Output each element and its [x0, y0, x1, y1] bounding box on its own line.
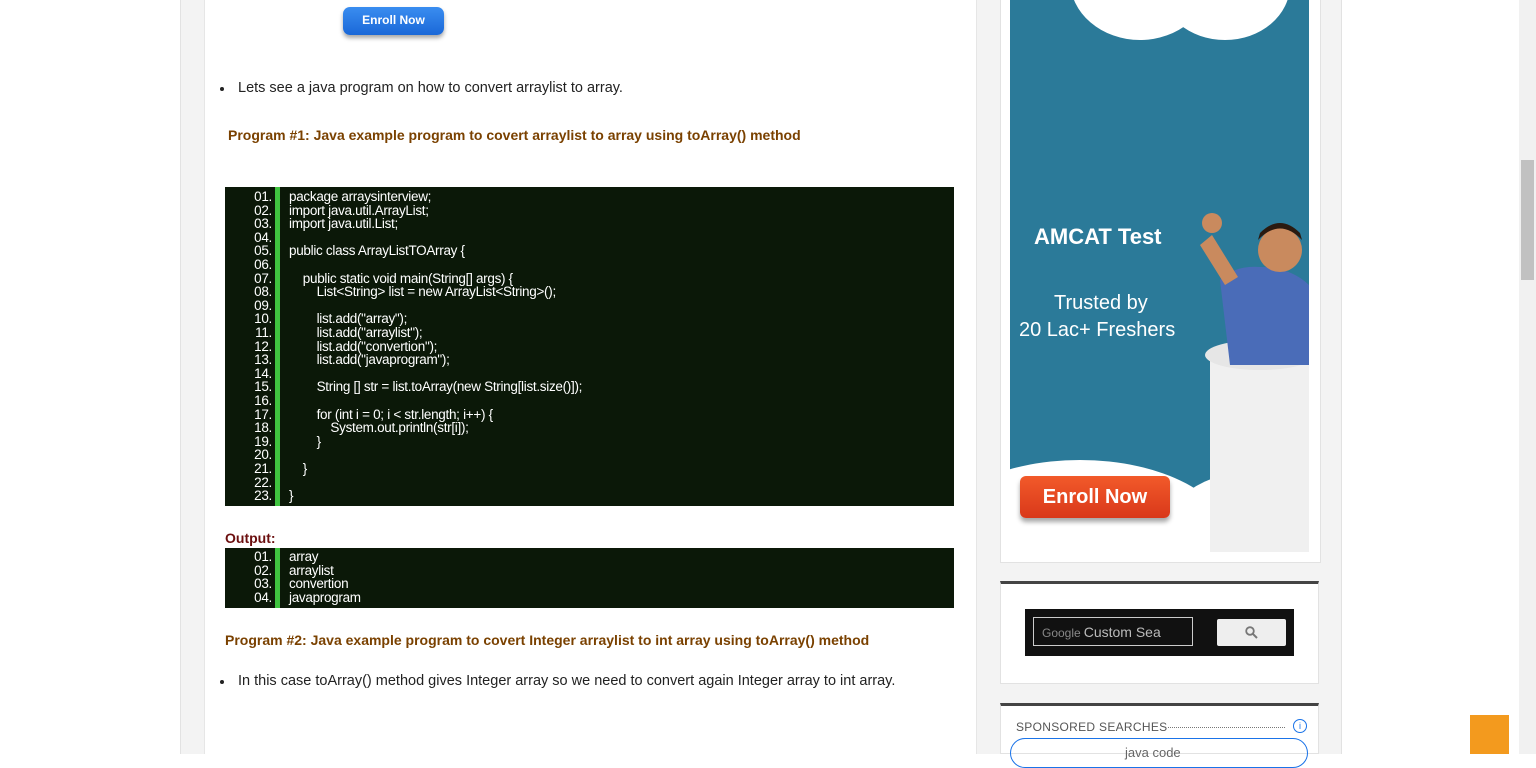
list-item: In this case toArray() method gives Inte…: [220, 673, 895, 689]
scrollbar[interactable]: [1519, 0, 1536, 754]
scroll-to-top-button[interactable]: [1470, 715, 1509, 754]
ad-text-line2: 20 Lac+ Freshers: [1019, 319, 1176, 341]
line-number-bar: [275, 548, 280, 608]
code-text: public class ArrayListTOArray {: [289, 243, 465, 259]
search-button[interactable]: [1217, 619, 1286, 646]
code-text: javaprogram: [289, 589, 361, 605]
ad-enroll-button[interactable]: Enroll Now: [1020, 476, 1170, 518]
sponsored-search-text: java code: [1125, 745, 1181, 760]
bullet-dot: [220, 680, 224, 684]
cloud-shape: [1160, 0, 1290, 40]
code-text: String [] str = list.toArray(new String[…: [289, 379, 583, 395]
line-number: 01.: [254, 189, 272, 204]
google-brand-text: Google: [1042, 626, 1081, 640]
line-number: 06.: [254, 257, 272, 272]
enroll-now-button[interactable]: Enroll Now: [343, 7, 444, 35]
code-text: }: [289, 433, 322, 449]
code-text: package arraysinterview;: [289, 189, 432, 204]
info-icon[interactable]: i: [1293, 719, 1307, 733]
bullet-dot: [220, 87, 224, 91]
search-icon: [1245, 626, 1258, 639]
sponsored-label: SPONSORED SEARCHES: [1016, 720, 1168, 734]
line-number: 04.: [254, 589, 272, 605]
code-text: List<String> list = new ArrayList<String…: [289, 284, 557, 300]
code-text: array: [289, 549, 319, 564]
search-placeholder: Custom Sea: [1083, 624, 1161, 640]
line-number: 11.: [255, 325, 272, 340]
output-block: 01. array 02. arraylist 03. convertion 04. java…: [225, 548, 954, 608]
code-text: }: [289, 461, 308, 476]
search-input[interactable]: Google Custom Sea: [1033, 617, 1193, 646]
program-2-heading: Program #2: Java example program to cove…: [225, 632, 870, 648]
line-number: 16.: [254, 393, 272, 408]
output-label: Output:: [225, 530, 276, 546]
dotted-divider: [1168, 727, 1285, 728]
line-number: 21.: [254, 461, 272, 476]
scrollbar-thumb[interactable]: [1521, 160, 1534, 280]
ad-text-line1: Trusted by: [1054, 292, 1148, 314]
bullet-text: In this case toArray() method gives Inte…: [238, 673, 896, 689]
line-number: 23.: [254, 488, 272, 504]
amcat-ad-banner[interactable]: [1010, 0, 1309, 552]
bullet-text: Lets see a java program on how to conver…: [238, 80, 623, 96]
ad-title: AMCAT Test: [1034, 224, 1162, 249]
line-number: 01.: [254, 549, 272, 564]
code-text: list.add("arraylist");: [289, 325, 423, 340]
code-text: list.add("javaprogram");: [289, 352, 450, 368]
list-item: Lets see a java program on how to conver…: [220, 80, 623, 96]
program-1-heading: Program #1: Java example program to cove…: [228, 127, 801, 143]
code-text: import java.util.List;: [289, 216, 398, 232]
code-block-program-1: 01. package arraysinterview; 02. import jav…: [225, 187, 954, 506]
person-illustration: [1200, 213, 1309, 552]
line-number-bar: [275, 187, 280, 506]
code-text: }: [289, 488, 294, 504]
